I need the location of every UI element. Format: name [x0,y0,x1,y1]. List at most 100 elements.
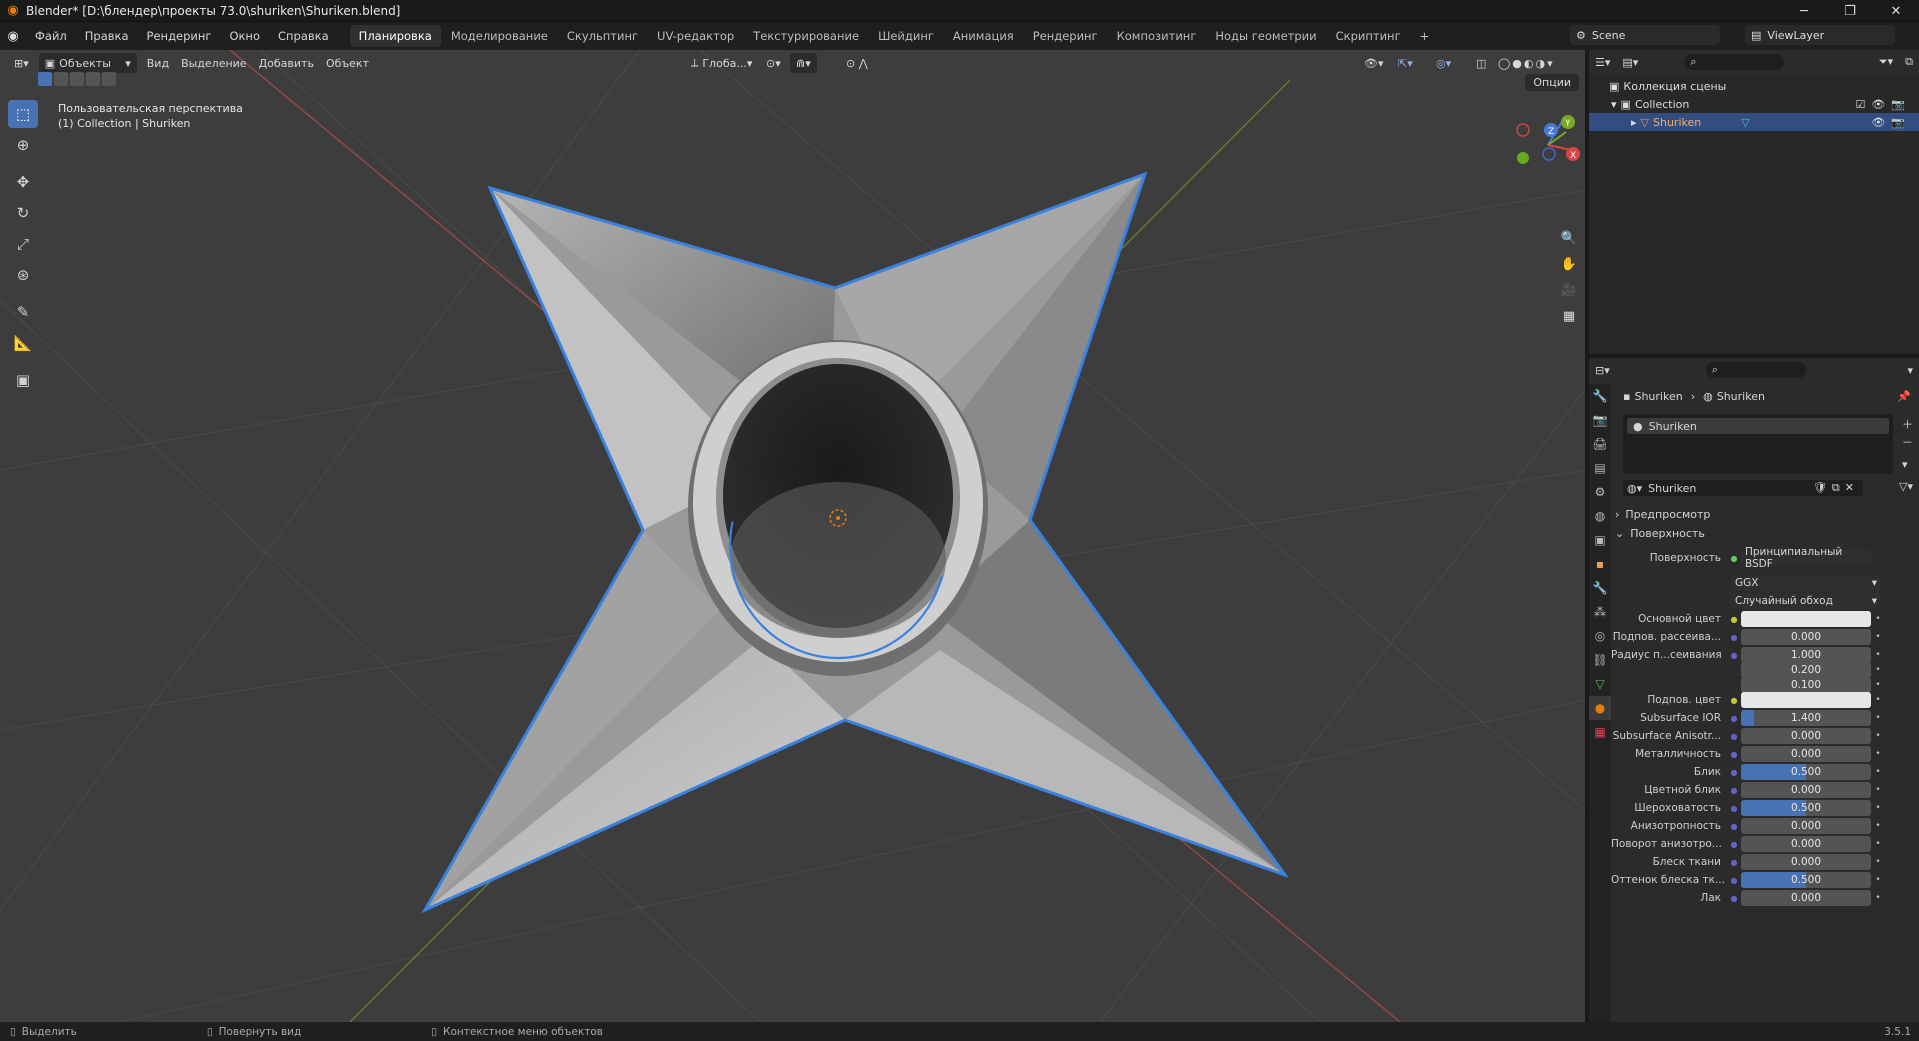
menu-item[interactable]: Окно [220,22,269,50]
chevron-down-icon[interactable]: ▾ [1902,458,1913,471]
keyframe-icon[interactable]: • [1871,695,1885,705]
workspace-tab[interactable]: Скриптинг [1327,25,1410,47]
keyframe-icon[interactable]: • [1871,875,1885,885]
visibility-icon[interactable]: 👁▾ [1358,53,1390,73]
keyframe-icon[interactable]: • [1871,893,1885,903]
editor-type-icon[interactable]: ⊟▾ [1589,360,1616,380]
keyframe-icon[interactable]: • [1871,713,1885,723]
tool-tab-icon[interactable]: 🔧 [1589,384,1611,408]
xray-icon[interactable]: ◫ [1470,53,1492,73]
slot-link-icon[interactable]: ▽▾ [1899,480,1913,493]
workspace-tab[interactable]: Моделирование [442,25,557,47]
select-invert-icon[interactable] [86,72,100,86]
new-collection-icon[interactable]: ⧉ [1899,52,1919,72]
proportional-edit-icon[interactable]: ⊙ ⋀ [840,53,874,73]
workspace-tab[interactable]: Шейдинг [869,25,943,47]
keyframe-icon[interactable]: • [1871,614,1885,624]
workspace-tab[interactable]: Анимация [944,25,1023,47]
expand-arrow-icon[interactable]: ▸ [1631,116,1637,129]
material-slot-item[interactable]: ● Shuriken [1627,418,1889,434]
number-field[interactable]: 1.400 [1741,710,1871,726]
select-new-icon[interactable] [38,72,52,86]
view-layer-tab-icon[interactable]: ▤ [1589,456,1611,480]
workspace-tab[interactable]: Композитинг [1108,25,1206,47]
section-surface[interactable]: ⌄ Поверхность [1615,525,1915,541]
outliner-search-input[interactable]: ⌕ [1684,54,1785,70]
output-tab-icon[interactable]: 🖨 [1589,432,1611,456]
select-mode-buttons[interactable] [38,72,116,86]
menu-item[interactable]: Рендеринг [138,22,221,50]
viewport-menu-item[interactable]: Добавить [253,53,320,73]
keyframe-icon[interactable]: • [1871,650,1885,660]
menu-item[interactable]: Справка [269,22,338,50]
annotate-tool-icon[interactable]: ✎ [8,298,38,326]
object-tab-icon[interactable]: ▪ [1589,552,1611,576]
maximize-button[interactable]: ❐ [1827,0,1873,22]
material-slots-list[interactable]: ● Shuriken [1623,414,1893,474]
cursor-tool-icon[interactable]: ⊕ [8,131,38,159]
keyframe-icon[interactable]: • [1871,632,1885,642]
number-field[interactable]: 0.500 [1741,800,1871,816]
transform-orientation-dropdown[interactable]: ⟂ Глоба... ▾ [685,53,758,73]
section-preview[interactable]: › Предпросмотр [1615,506,1915,522]
number-field[interactable]: 0.500 [1741,764,1871,780]
ortho-grid-icon[interactable]: ▦ [1557,304,1581,328]
workspace-tab[interactable]: Текстурирование [744,25,868,47]
options-dropdown[interactable]: Опции [1525,74,1579,91]
material-actions-icons[interactable]: 🛡⧉✕ [1813,481,1859,495]
axis-gizmo[interactable]: Z Y X [1513,110,1583,180]
expand-arrow-icon[interactable]: ▾ [1611,98,1617,111]
particles-tab-icon[interactable]: ⁂ [1589,600,1611,624]
workspace-tab[interactable]: Рендеринг [1024,25,1107,47]
number-field[interactable]: 0.000 [1741,746,1871,762]
display-mode-icon[interactable]: ▤▾ [1616,52,1644,72]
select-extend-icon[interactable] [54,72,68,86]
number-field[interactable]: 0.000 [1741,854,1871,870]
scene-selector[interactable]: ⚙ Scene [1570,25,1720,45]
keyframe-icon[interactable]: • [1871,767,1885,777]
modifier-tab-icon[interactable]: 🔧 [1589,576,1611,600]
keyframe-icon[interactable]: • [1871,857,1885,867]
select-intersect-icon[interactable] [102,72,116,86]
add-cube-tool-icon[interactable]: ▣ [8,366,38,394]
filter-icon[interactable]: ⏷▾ [1873,52,1899,72]
workspace-tab[interactable]: UV-редактор [648,25,743,47]
overlay-toggle-icon[interactable]: ◎▾ [1430,53,1457,73]
rotate-tool-icon[interactable]: ↻ [8,199,38,227]
mode-dropdown[interactable]: ▣ Объекты ▾ [38,53,137,73]
viewport-menu-item[interactable]: Объект [320,53,375,73]
world-tab-icon[interactable]: ◍ [1589,504,1611,528]
outliner-row-shuriken[interactable]: ▸ ▽ Shuriken ▽ 👁📷 [1589,113,1919,131]
keyframe-icon[interactable]: • [1871,821,1885,831]
texture-tab-icon[interactable]: ▦ [1589,720,1611,744]
number-field[interactable]: 0.000 [1741,728,1871,744]
collection-visibility-icons[interactable]: ☑👁📷 [1855,98,1911,111]
select-box-tool-icon[interactable]: ⬚ [8,100,38,128]
workspace-tab[interactable]: Скульптинг [558,25,647,47]
keyframe-icon[interactable]: • [1871,680,1885,690]
editor-type-icon[interactable]: ☰▾ [1589,52,1616,72]
gizmo-toggle-icon[interactable]: ⇱▾ [1392,53,1419,73]
outliner-row-scene-collection[interactable]: ▣ Коллекция сцены [1589,77,1919,95]
view-layer-selector[interactable]: ▤ ViewLayer [1745,25,1895,45]
pan-hand-icon[interactable]: ✋ [1557,252,1581,276]
material-tab-icon[interactable]: ● [1589,696,1611,720]
browse-material-icon[interactable]: ◍▾ [1627,482,1642,495]
collection-tab-icon[interactable]: ▣ [1589,528,1611,552]
chevron-down-icon[interactable]: ▾ [1901,360,1919,380]
pin-icon[interactable]: 📌 [1897,390,1911,403]
keyframe-icon[interactable]: • [1871,803,1885,813]
scale-tool-icon[interactable]: ⤢ [8,230,38,258]
snap-icon[interactable]: ⋒▾ [790,53,817,73]
remove-slot-icon[interactable]: － [1902,434,1913,450]
3d-viewport[interactable]: ⊞▾ ▣ Объекты ▾ Вид Выделение Добавить Объек… [0,50,1585,1022]
physics-tab-icon[interactable]: ◎ [1589,624,1611,648]
menu-item[interactable]: Правка [76,22,138,50]
surface-shader-field[interactable]: Принципиальный BSDF [1741,546,1871,570]
number-field[interactable]: 0.500 [1741,872,1871,888]
properties-search-input[interactable]: ⌕ [1705,362,1806,378]
workspace-tab[interactable]: Ноды геометрии [1206,25,1325,47]
zoom-icon[interactable]: 🔍 [1557,226,1581,250]
camera-view-icon[interactable]: 🎥 [1557,278,1581,302]
subsurface-method-dropdown[interactable]: Случайный обход ▾ [1731,593,1881,609]
